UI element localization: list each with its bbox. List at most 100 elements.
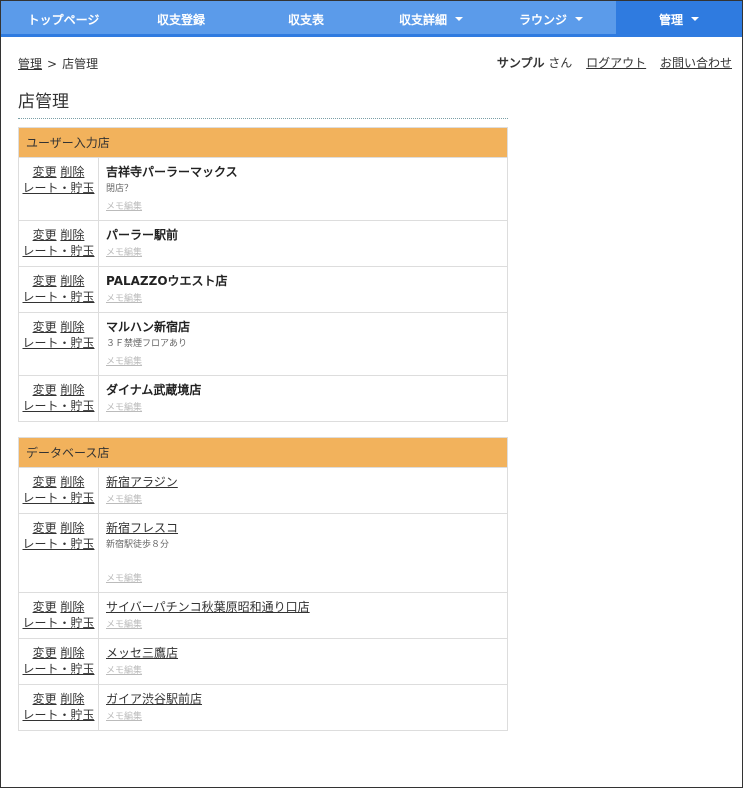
edit-link[interactable]: 変更 <box>33 600 57 614</box>
memo-edit-link[interactable]: メモ編集 <box>106 571 142 587</box>
nav-top-page-label: トップページ <box>27 12 100 27</box>
shop-row: 変更 削除 レート・貯玉 PALAZZOウエスト店 メモ編集 <box>19 266 507 312</box>
shop-info: ダイナム武蔵境店 メモ編集 <box>99 376 507 421</box>
rate-savings-link[interactable]: レート・貯玉 <box>22 336 94 350</box>
rate-savings-link[interactable]: レート・貯玉 <box>22 290 94 304</box>
breadcrumb-separator: > <box>47 57 58 71</box>
shop-actions: 変更 削除レート・貯玉 <box>19 376 99 421</box>
shop-info: 吉祥寺パーラーマックス 閉店？ メモ編集 <box>99 158 507 220</box>
shop-name-link[interactable]: ガイア渋谷駅前店 <box>106 691 202 707</box>
rate-savings-link[interactable]: レート・貯玉 <box>22 708 94 722</box>
shop-name-link[interactable]: メッセ三鷹店 <box>106 645 178 661</box>
edit-link[interactable]: 変更 <box>33 692 57 706</box>
page-title: 店管理 <box>18 92 69 112</box>
edit-link[interactable]: 変更 <box>33 228 57 242</box>
breadcrumb: 管理 > 店管理 <box>18 55 98 72</box>
edit-link[interactable]: 変更 <box>33 475 57 489</box>
rate-savings-link[interactable]: レート・貯玉 <box>22 662 94 676</box>
delete-link[interactable]: 削除 <box>60 475 84 489</box>
chevron-down-icon <box>575 17 583 21</box>
shop-info: サイバーパチンコ秋葉原昭和通り口店 メモ編集 <box>99 593 507 638</box>
edit-link[interactable]: 変更 <box>33 521 57 535</box>
shop-row: 変更 削除レート・貯玉 メッセ三鷹店 メモ編集 <box>19 638 507 684</box>
shop-row: 変更 削除レート・貯玉 パーラー駅前 メモ編集 <box>19 220 507 266</box>
delete-link[interactable]: 削除 <box>60 274 84 288</box>
shop-name-link[interactable]: 新宿フレスコ <box>106 520 178 536</box>
shop-name: ダイナム武蔵境店 <box>106 383 202 397</box>
shop-name-link[interactable]: サイバーパチンコ秋葉原昭和通り口店 <box>106 599 310 615</box>
shop-info: PALAZZOウエスト店 メモ編集 <box>99 267 507 312</box>
edit-link[interactable]: 変更 <box>33 165 57 179</box>
memo-edit-link[interactable]: メモ編集 <box>106 245 142 261</box>
delete-link[interactable]: 削除 <box>60 646 84 660</box>
memo-edit-link[interactable]: メモ編集 <box>106 354 142 370</box>
nav-lounge-label: ラウンジ <box>518 12 567 27</box>
shop-info: メッセ三鷹店 メモ編集 <box>99 639 507 684</box>
shop-info: 新宿フレスコ新宿駅徒歩８分メモ編集 <box>99 514 507 592</box>
nav-top-page[interactable]: トップページ <box>1 1 126 37</box>
edit-link[interactable]: 変更 <box>33 646 57 660</box>
edit-link[interactable]: 変更 <box>33 320 57 334</box>
memo-edit-link[interactable]: メモ編集 <box>106 400 142 416</box>
memo-edit-link[interactable]: メモ編集 <box>106 199 142 215</box>
delete-link[interactable]: 削除 <box>60 320 84 334</box>
memo-edit-link[interactable]: メモ編集 <box>106 291 142 307</box>
nav-admin[interactable]: 管理 <box>616 1 742 37</box>
shop-row: 変更 削除レート・貯玉 新宿アラジン メモ編集 <box>19 468 507 513</box>
db-shops-header: データベース店 <box>19 438 507 468</box>
chevron-down-icon <box>691 17 699 21</box>
delete-link[interactable]: 削除 <box>60 165 84 179</box>
memo-edit-link[interactable]: メモ編集 <box>106 492 142 508</box>
shop-row: 変更 削除レート・貯玉 サイバーパチンコ秋葉原昭和通り口店 メモ編集 <box>19 592 507 638</box>
title-divider <box>18 118 508 119</box>
shop-actions: 変更 削除レート・貯玉 <box>19 221 99 266</box>
delete-link[interactable]: 削除 <box>60 228 84 242</box>
user-name: サンプル <box>496 56 545 70</box>
shop-name: マルハン新宿店 <box>106 320 191 334</box>
top-nav: トップページ 収支登録 収支表 収支詳細 ラウンジ 管理 <box>1 1 742 37</box>
memo-edit-link[interactable]: メモ編集 <box>106 617 142 633</box>
nav-income-entry-label: 収支登録 <box>156 12 205 27</box>
memo-edit-link[interactable]: メモ編集 <box>106 709 142 725</box>
shop-note: ３Ｆ禁煙フロアあり <box>106 339 188 349</box>
rate-savings-link[interactable]: レート・貯玉 <box>22 537 94 551</box>
delete-link[interactable]: 削除 <box>60 692 84 706</box>
rate-savings-link[interactable]: レート・貯玉 <box>22 616 94 630</box>
user-suffix: さん <box>548 56 573 70</box>
shop-actions: 変更 削除レート・貯玉 <box>19 593 99 638</box>
shop-actions: 変更 削除レート・貯玉 <box>19 313 99 375</box>
breadcrumb-admin-link[interactable]: 管理 <box>18 57 42 71</box>
edit-link[interactable]: 変更 <box>33 383 57 397</box>
delete-link[interactable]: 削除 <box>60 521 84 535</box>
shop-name-link[interactable]: 新宿アラジン <box>106 474 178 490</box>
shop-row: 変更 削除レート・貯玉 ガイア渋谷駅前店 メモ編集 <box>19 684 507 730</box>
shop-actions: 変更 削除レート・貯玉 <box>19 267 99 312</box>
delete-link[interactable]: 削除 <box>60 383 84 397</box>
user-bar: サンプル さん ログアウト お問い合わせ <box>497 54 732 71</box>
db-shops-panel: データベース店 変更 削除 レート・貯玉 新宿アラジン メモ編集 変更 削除 レート・貯玉… <box>18 437 508 731</box>
nav-income-entry[interactable]: 収支登録 <box>126 1 236 37</box>
rate-savings-link[interactable]: レート・貯玉 <box>22 244 94 258</box>
edit-link[interactable]: 変更 <box>33 274 57 288</box>
nav-income-detail[interactable]: 収支詳細 <box>376 1 486 37</box>
rate-savings-link[interactable]: レート・貯玉 <box>22 181 94 195</box>
nav-income-detail-label: 収支詳細 <box>398 12 447 27</box>
contact-link[interactable]: お問い合わせ <box>660 56 732 70</box>
memo-edit-link[interactable]: メモ編集 <box>106 663 142 679</box>
shop-row: 変更 削除レート・貯玉 ダイナム武蔵境店 メモ編集 <box>19 375 507 421</box>
shop-info: パーラー駅前 メモ編集 <box>99 221 507 266</box>
rate-savings-link[interactable]: レート・貯玉 <box>22 491 94 505</box>
breadcrumb-current: 店管理 <box>62 57 99 71</box>
shop-info: ガイア渋谷駅前店 メモ編集 <box>99 685 507 730</box>
shop-name: 吉祥寺パーラーマックス <box>106 165 238 179</box>
shop-name: PALAZZOウエスト店 <box>106 274 228 288</box>
nav-lounge[interactable]: ラウンジ <box>486 1 616 37</box>
shop-note: 新宿駅徒歩８分 <box>106 540 170 550</box>
rate-savings-link[interactable]: レート・貯玉 <box>22 399 94 413</box>
logout-link[interactable]: ログアウト <box>586 56 646 70</box>
shop-actions: 変更 削除レート・貯玉 <box>19 639 99 684</box>
nav-income-table[interactable]: 収支表 <box>236 1 376 37</box>
shop-info: マルハン新宿店 ３Ｆ禁煙フロアありメモ編集 <box>99 313 507 375</box>
delete-link[interactable]: 削除 <box>60 600 84 614</box>
nav-admin-label: 管理 <box>658 12 683 27</box>
